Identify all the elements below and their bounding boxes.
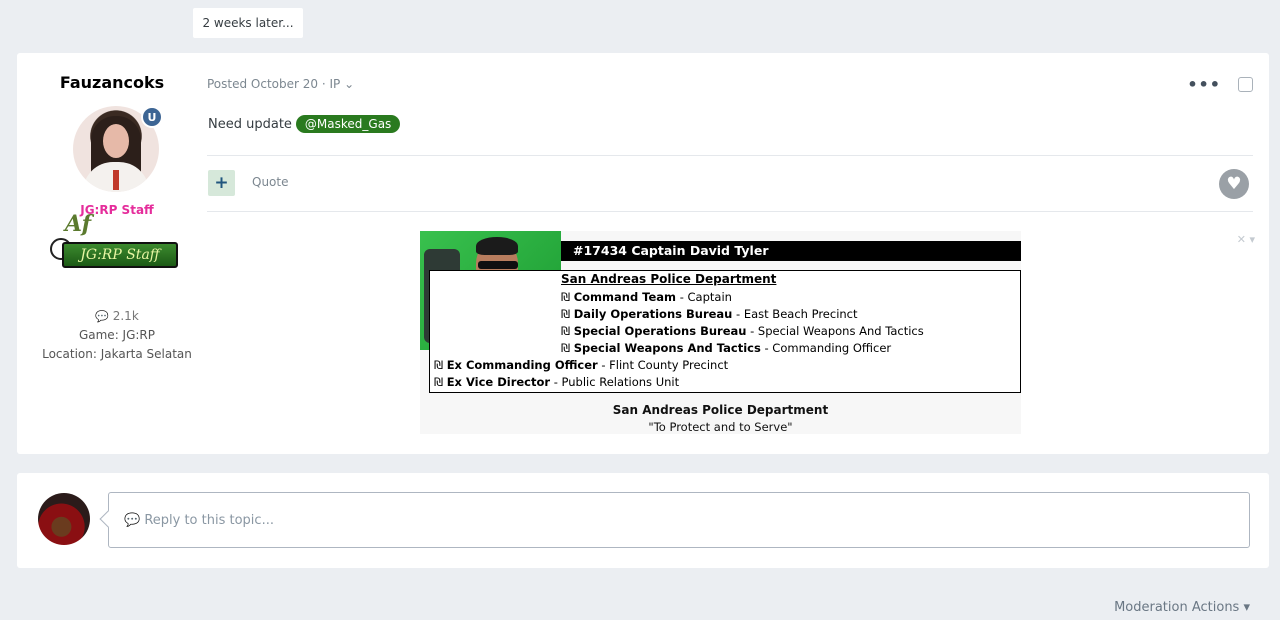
ellipsis-icon[interactable]: ••• <box>1187 75 1221 94</box>
post-content: Need update @Masked_Gas <box>208 115 401 133</box>
heart-icon[interactable]: ♥ <box>1219 169 1249 199</box>
signature-footer-motto: "To Protect and to Serve" <box>648 420 793 434</box>
comment-icon: 💬 <box>124 512 145 528</box>
reply-placeholder: Reply to this topic... <box>144 512 274 528</box>
avatar <box>38 493 90 545</box>
close-icon[interactable]: ✕ ▾ <box>1237 233 1255 246</box>
signature-line: ₪ Special Operations Bureau - Special We… <box>561 324 924 338</box>
post-select-checkbox[interactable] <box>1238 77 1253 92</box>
author-stats: 💬 2.1k Game: JG:RP Location: Jakarta Sel… <box>17 307 217 364</box>
post-text: Need update <box>208 116 292 132</box>
post-meta[interactable]: Posted October 20 · IP ⌄ <box>207 77 354 91</box>
signature-box: San Andreas Police Department ₪ Command … <box>429 270 1021 393</box>
signature-line: ₪ Command Team - Captain <box>561 290 732 304</box>
quote-button[interactable]: Quote <box>252 175 288 189</box>
post-count: 💬 2.1k <box>95 309 139 323</box>
signature-image: #17434 Captain David Tyler San Andreas P… <box>420 231 1021 434</box>
staff-banner-image: JG:RP Staff <box>50 236 180 276</box>
shield-icon: U <box>141 106 163 128</box>
reply-input[interactable]: 💬 Reply to this topic... <box>99 492 1250 548</box>
post-card: Fauzancoks U Af JG:RP Staff JG:RP Staff … <box>17 53 1269 454</box>
chevron-down-icon: ⌄ <box>344 77 355 91</box>
author-name[interactable]: Fauzancoks <box>17 73 207 92</box>
divider <box>207 211 1253 212</box>
moderation-actions-button[interactable]: Moderation Actions ▾ <box>1114 600 1250 615</box>
signature-title: #17434 Captain David Tyler <box>561 241 1021 261</box>
signature-line: ₪ Ex Commanding Officer - Flint County P… <box>434 358 729 372</box>
author-game: Game: JG:RP <box>78 328 156 342</box>
signature-line: ₪ Daily Operations Bureau - East Beach P… <box>561 307 858 321</box>
author-location: Location: Jakarta Selatan <box>42 347 192 361</box>
author-group: JG:RP Staff <box>80 203 154 217</box>
staff-banner-label: JG:RP Staff <box>62 242 178 268</box>
signature-line: ₪ Special Weapons And Tactics - Commandi… <box>561 341 892 355</box>
time-gap-label: 2 weeks later... <box>193 8 303 38</box>
signature-department: San Andreas Police Department <box>561 272 777 286</box>
plus-icon[interactable]: + <box>208 170 235 196</box>
user-mention-link[interactable]: @Masked_Gas <box>295 115 401 133</box>
reply-card: 💬 Reply to this topic... <box>17 473 1269 568</box>
divider <box>207 155 1253 156</box>
author-avatar-wrap[interactable]: U <box>73 106 163 192</box>
signature-line: ₪ Ex Vice Director - Public Relations Un… <box>434 375 680 389</box>
signature-footer-name: San Andreas Police Department <box>612 403 829 417</box>
comment-icon: 💬 <box>95 310 109 323</box>
